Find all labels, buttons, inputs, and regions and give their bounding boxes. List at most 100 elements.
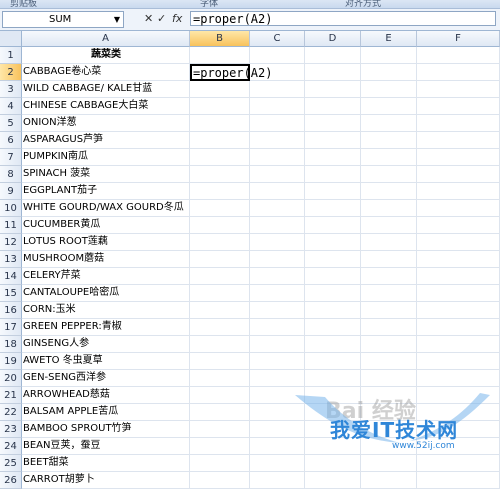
cell-b15[interactable] xyxy=(190,285,250,302)
cell-e9[interactable] xyxy=(361,183,417,200)
cell-f16[interactable] xyxy=(417,302,500,319)
row-header[interactable]: 12 xyxy=(0,234,22,251)
cell-b9[interactable] xyxy=(190,183,250,200)
cell-c11[interactable] xyxy=(250,217,305,234)
cell-e5[interactable] xyxy=(361,115,417,132)
row-header[interactable]: 17 xyxy=(0,319,22,336)
cell-b5[interactable] xyxy=(190,115,250,132)
cell-d15[interactable] xyxy=(305,285,361,302)
row-header[interactable]: 11 xyxy=(0,217,22,234)
cell-b19[interactable] xyxy=(190,353,250,370)
cell-d20[interactable] xyxy=(305,370,361,387)
cell-c13[interactable] xyxy=(250,251,305,268)
row-header[interactable]: 9 xyxy=(0,183,22,200)
cell-a20[interactable]: GEN-SENG西洋参 xyxy=(22,370,190,387)
cell-e7[interactable] xyxy=(361,149,417,166)
row-header[interactable]: 8 xyxy=(0,166,22,183)
cell-e1[interactable] xyxy=(361,47,417,64)
cell-b14[interactable] xyxy=(190,268,250,285)
cell-b11[interactable] xyxy=(190,217,250,234)
row-header[interactable]: 6 xyxy=(0,132,22,149)
row-header[interactable]: 21 xyxy=(0,387,22,404)
row-header[interactable]: 22 xyxy=(0,404,22,421)
cell-e11[interactable] xyxy=(361,217,417,234)
cell-b7[interactable] xyxy=(190,149,250,166)
cell-a23[interactable]: BAMBOO SPROUT竹笋 xyxy=(22,421,190,438)
cell-b21[interactable] xyxy=(190,387,250,404)
cancel-icon[interactable]: ✕ xyxy=(144,11,153,26)
cell-a19[interactable]: AWETO 冬虫夏草 xyxy=(22,353,190,370)
cell-c6[interactable] xyxy=(250,132,305,149)
cell-e12[interactable] xyxy=(361,234,417,251)
name-box[interactable]: SUM ▼ xyxy=(2,11,124,28)
cell-d6[interactable] xyxy=(305,132,361,149)
cell-c3[interactable] xyxy=(250,81,305,98)
cell-e15[interactable] xyxy=(361,285,417,302)
cell-a22[interactable]: BALSAM APPLE苦瓜 xyxy=(22,404,190,421)
cell-a17[interactable]: GREEN PEPPER:青椒 xyxy=(22,319,190,336)
cell-d18[interactable] xyxy=(305,336,361,353)
cell-f13[interactable] xyxy=(417,251,500,268)
row-header[interactable]: 18 xyxy=(0,336,22,353)
cell-f3[interactable] xyxy=(417,81,500,98)
cell-f21[interactable] xyxy=(417,387,500,404)
cell-b16[interactable] xyxy=(190,302,250,319)
row-header[interactable]: 26 xyxy=(0,472,22,489)
cell-e13[interactable] xyxy=(361,251,417,268)
cell-e6[interactable] xyxy=(361,132,417,149)
row-header[interactable]: 16 xyxy=(0,302,22,319)
row-header[interactable]: 4 xyxy=(0,98,22,115)
cell-d10[interactable] xyxy=(305,200,361,217)
cell-c9[interactable] xyxy=(250,183,305,200)
cell-c4[interactable] xyxy=(250,98,305,115)
cell-d16[interactable] xyxy=(305,302,361,319)
cell-a16[interactable]: CORN:玉米 xyxy=(22,302,190,319)
cell-a12[interactable]: LOTUS ROOT莲藕 xyxy=(22,234,190,251)
cell-b23[interactable] xyxy=(190,421,250,438)
cell-d8[interactable] xyxy=(305,166,361,183)
cell-f12[interactable] xyxy=(417,234,500,251)
cell-b17[interactable] xyxy=(190,319,250,336)
row-header[interactable]: 20 xyxy=(0,370,22,387)
cell-f6[interactable] xyxy=(417,132,500,149)
row-header[interactable]: 13 xyxy=(0,251,22,268)
cell-b26[interactable] xyxy=(190,472,250,489)
cell-b3[interactable] xyxy=(190,81,250,98)
cell-e17[interactable] xyxy=(361,319,417,336)
row-header[interactable]: 19 xyxy=(0,353,22,370)
cell-c18[interactable] xyxy=(250,336,305,353)
cell-b2[interactable]: =proper(A2) xyxy=(190,64,272,81)
cell-b12[interactable] xyxy=(190,234,250,251)
cell-d14[interactable] xyxy=(305,268,361,285)
cell-b10[interactable] xyxy=(190,200,250,217)
cell-c15[interactable] xyxy=(250,285,305,302)
cell-b18[interactable] xyxy=(190,336,250,353)
cell-c7[interactable] xyxy=(250,149,305,166)
row-header[interactable]: 5 xyxy=(0,115,22,132)
cell-c5[interactable] xyxy=(250,115,305,132)
cell-a26[interactable]: CARROT胡萝卜 xyxy=(22,472,190,489)
cell-c1[interactable] xyxy=(250,47,305,64)
cell-f4[interactable] xyxy=(417,98,500,115)
cell-a1[interactable]: 蔬菜类 xyxy=(22,47,190,64)
cell-c10[interactable] xyxy=(250,200,305,217)
cell-d2[interactable] xyxy=(305,64,361,81)
cell-d26[interactable] xyxy=(305,472,361,489)
cell-c21[interactable] xyxy=(250,387,305,404)
column-header-b[interactable]: B xyxy=(190,31,250,47)
insert-function-icon[interactable]: fx xyxy=(172,11,182,26)
formula-input[interactable]: =proper(A2) xyxy=(190,11,496,26)
cell-f14[interactable] xyxy=(417,268,500,285)
cell-f11[interactable] xyxy=(417,217,500,234)
cell-b4[interactable] xyxy=(190,98,250,115)
cell-c8[interactable] xyxy=(250,166,305,183)
cell-c19[interactable] xyxy=(250,353,305,370)
row-header[interactable]: 1 xyxy=(0,47,22,64)
cell-d5[interactable] xyxy=(305,115,361,132)
cell-c23[interactable] xyxy=(250,421,305,438)
cell-e4[interactable] xyxy=(361,98,417,115)
row-header[interactable]: 3 xyxy=(0,81,22,98)
cell-d11[interactable] xyxy=(305,217,361,234)
cell-a13[interactable]: MUSHROOM蘑菇 xyxy=(22,251,190,268)
select-all-corner[interactable] xyxy=(0,31,22,47)
